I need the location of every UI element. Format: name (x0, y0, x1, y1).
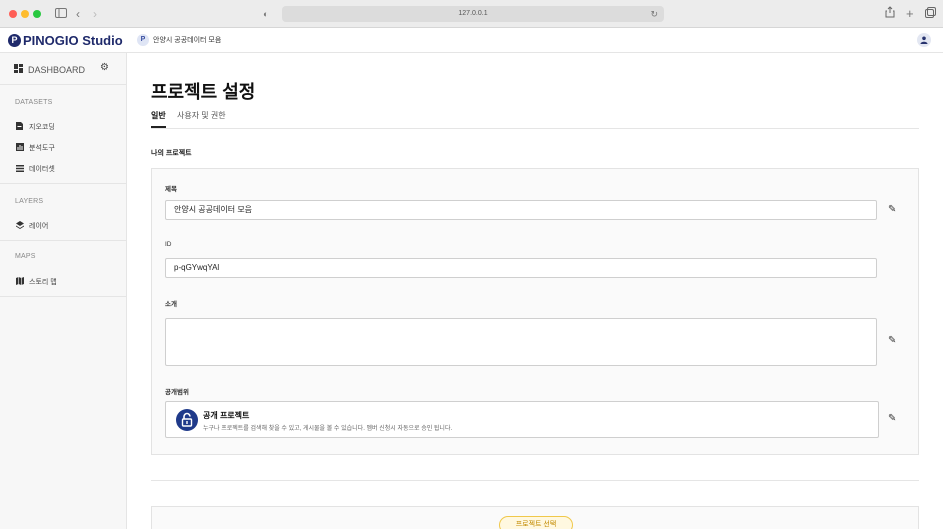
intro-label: 소개 (165, 301, 177, 308)
minimize-window-button[interactable] (21, 10, 29, 18)
tab-general[interactable]: 일반 (151, 110, 166, 128)
sidebar-toggle-icon[interactable] (55, 6, 67, 22)
sidebar-item-label: 레이어 (29, 223, 49, 230)
breadcrumb[interactable]: P 안양시 공공데이터 모음 (137, 34, 221, 46)
select-project-button[interactable]: 프로젝트 선택 (499, 516, 573, 529)
shield-icon[interactable]: ◐ (263, 6, 268, 22)
visibility-label: 공개범위 (165, 389, 189, 396)
map-icon (15, 277, 24, 287)
id-label: ID (165, 241, 172, 248)
close-window-button[interactable] (9, 10, 17, 18)
sidebar: DASHBOARD ⚙ DATASETS 지오코딩 분석도구 데이터셋 LAYE… (0, 53, 127, 529)
back-icon[interactable]: ‹ (76, 6, 80, 22)
maximize-window-button[interactable] (33, 10, 41, 18)
breadcrumb-project-name: 안양시 공공데이터 모음 (153, 37, 222, 44)
document-icon (15, 122, 24, 132)
address-bar[interactable]: 127.0.0.1 ↻ (282, 6, 664, 22)
project-badge: P (137, 34, 149, 46)
sidebar-section-title: LAYERS (15, 198, 44, 205)
layers-icon (15, 221, 24, 231)
sidebar-section-layers: LAYERS 레이어 (0, 184, 126, 241)
sidebar-item-layers[interactable]: 레이어 (15, 221, 48, 231)
reload-icon[interactable]: ↻ (650, 6, 658, 22)
edit-visibility-icon[interactable]: ✎ (888, 413, 896, 424)
settings-tabs: 일반 사용자 및 권한 (151, 110, 919, 129)
divider (151, 480, 919, 481)
select-project-label: 프로젝트 선택 (515, 521, 557, 528)
app-header: P PINOGIO Studio P 안양시 공공데이터 모음 (0, 28, 943, 53)
new-tab-icon[interactable]: + (906, 6, 914, 22)
list-icon (15, 164, 24, 174)
section-title: 나의 프로젝트 (151, 150, 192, 157)
sidebar-item-label: 스토리 맵 (29, 279, 57, 286)
sidebar-item-label: 지오코딩 (29, 124, 55, 131)
logo-mark-icon: P (8, 34, 21, 47)
forward-icon[interactable]: › (93, 6, 97, 22)
dashboard-label: DASHBOARD (28, 64, 86, 75)
sidebar-section-title: DATASETS (15, 99, 53, 106)
tab-users-permissions[interactable]: 사용자 및 권한 (177, 110, 226, 128)
sidebar-item-label: 분석도구 (29, 145, 55, 152)
sidebar-section-title: MAPS (15, 253, 36, 260)
edit-intro-icon[interactable]: ✎ (888, 335, 896, 346)
sidebar-section-datasets: DATASETS 지오코딩 분석도구 데이터셋 (0, 85, 126, 184)
user-avatar[interactable] (917, 33, 931, 47)
chart-icon (15, 143, 24, 153)
sidebar-item-datasets[interactable]: 데이터셋 (15, 164, 55, 174)
share-icon[interactable] (885, 6, 895, 22)
sidebar-item-dashboard[interactable]: DASHBOARD (14, 64, 85, 75)
page-title: 프로젝트 설정 (151, 82, 256, 102)
title-input[interactable]: 안양시 공공데이터 모음 (165, 200, 877, 220)
browser-chrome: ‹ › ◐ 127.0.0.1 ↻ + (0, 0, 943, 28)
visibility-description: 누구나 프로젝트를 검색해 찾을 수 있고, 게시물을 볼 수 있습니다. 멤버… (203, 426, 453, 432)
sidebar-item-geocoding[interactable]: 지오코딩 (15, 122, 55, 132)
id-input[interactable]: p-qGYwqYAl (165, 258, 877, 278)
gear-icon[interactable]: ⚙ (100, 62, 109, 73)
app-logo[interactable]: P PINOGIO Studio (8, 32, 123, 49)
title-label: 제목 (165, 186, 177, 193)
sidebar-section-maps: MAPS 스토리 맵 (0, 241, 126, 297)
visibility-option[interactable]: 공개 프로젝트 누구나 프로젝트를 검색해 찾을 수 있고, 게시물을 볼 수 … (165, 401, 879, 438)
url-text: 127.0.0.1 (458, 10, 488, 17)
sidebar-dashboard-row: DASHBOARD ⚙ (0, 53, 126, 85)
sidebar-item-story-map[interactable]: 스토리 맵 (15, 277, 57, 287)
tab-overview-icon[interactable] (925, 6, 936, 22)
edit-title-icon[interactable]: ✎ (888, 204, 896, 215)
visibility-title: 공개 프로젝트 (203, 411, 250, 420)
intro-textarea[interactable] (165, 318, 877, 366)
logo-text: PINOGIO Studio (23, 33, 123, 48)
sidebar-item-analysis[interactable]: 분석도구 (15, 143, 55, 153)
unlock-icon (176, 409, 198, 431)
dashboard-grid-icon (14, 64, 23, 75)
sidebar-item-label: 데이터셋 (29, 166, 55, 173)
